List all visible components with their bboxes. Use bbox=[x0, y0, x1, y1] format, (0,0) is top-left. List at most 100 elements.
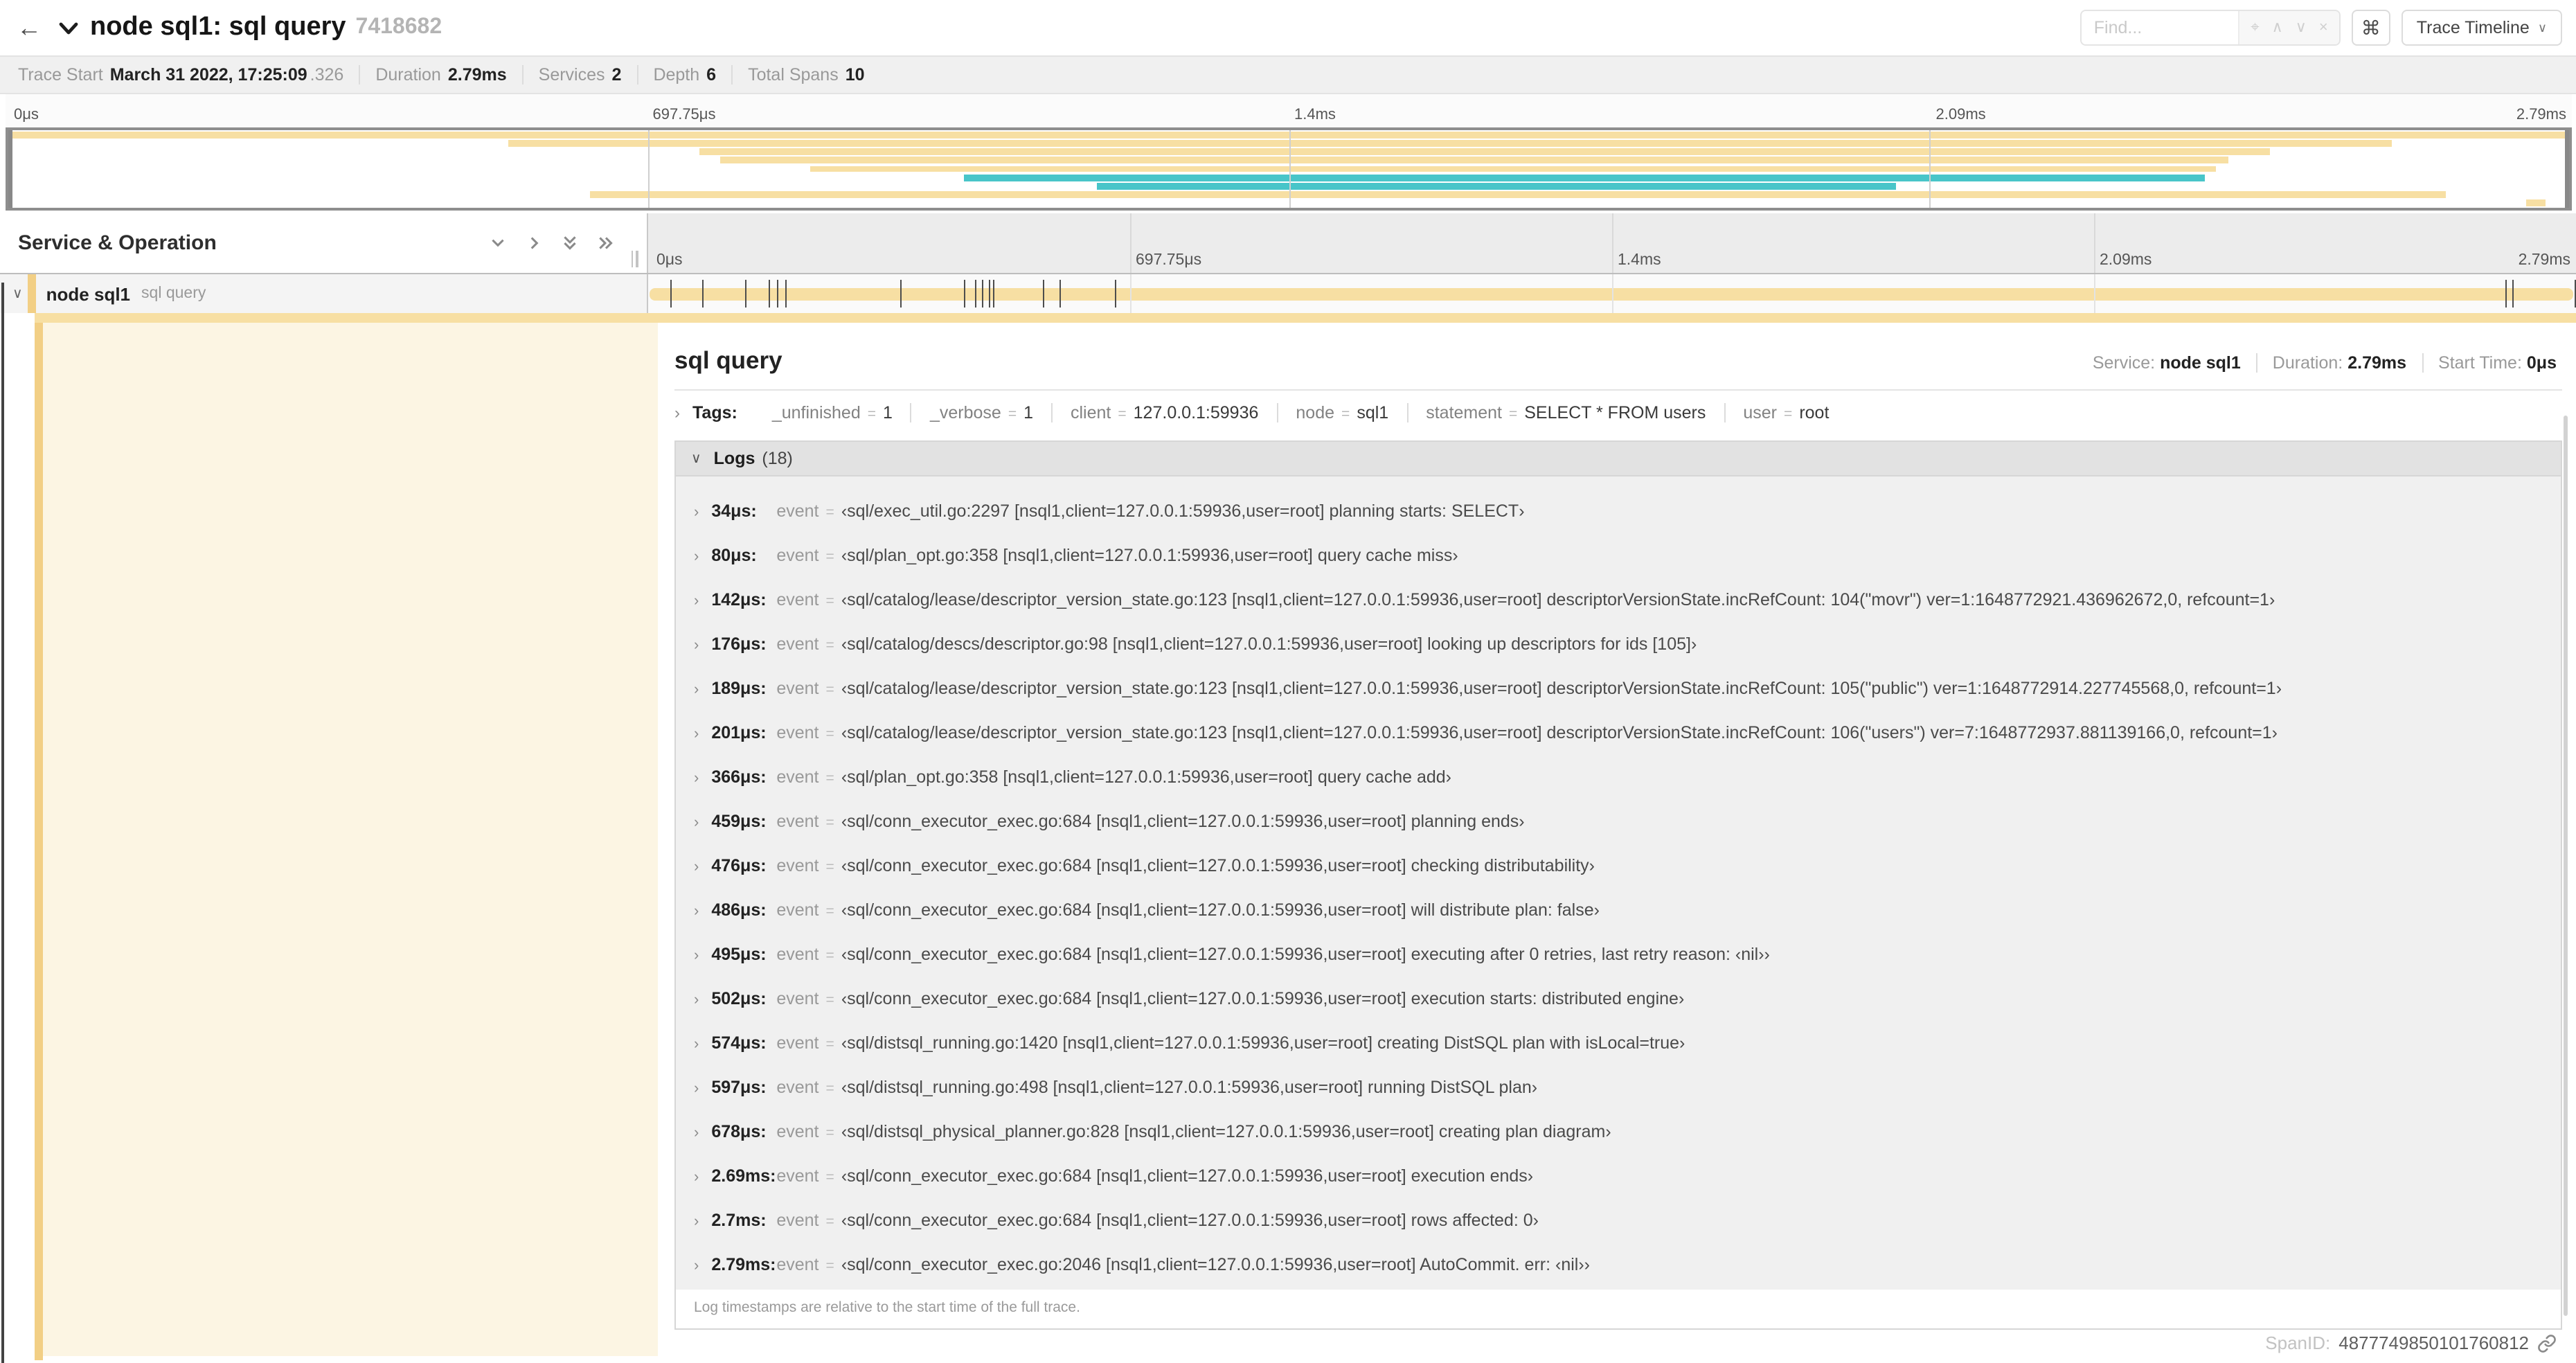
chevron-down-icon: ∨ bbox=[691, 451, 701, 466]
log-row[interactable]: › 476μs: event = ‹sql/conn_executor_exec.go:… bbox=[676, 844, 2561, 888]
log-row[interactable]: › 597μs: event = ‹sql/distsql_running.go:498… bbox=[676, 1065, 2561, 1110]
span-collapse-chevron-icon[interactable]: ∨ bbox=[12, 286, 23, 301]
log-row[interactable]: › 80μs: event = ‹sql/plan_opt.go:358 [nsql1,… bbox=[676, 533, 2561, 578]
span-row[interactable]: ∨ node sql1 sql query bbox=[0, 274, 2576, 313]
find-input[interactable] bbox=[2081, 11, 2239, 44]
next-match-icon[interactable]: ∨ bbox=[2296, 19, 2307, 35]
tag-item[interactable]: _verbose = 1 bbox=[910, 403, 1051, 422]
back-button[interactable]: ← bbox=[8, 7, 50, 48]
summary-label: Start Time: bbox=[2438, 353, 2522, 373]
log-row[interactable]: › 201μs: event = ‹sql/catalog/lease/descript… bbox=[676, 711, 2561, 755]
log-field-key: event bbox=[776, 900, 819, 920]
log-row[interactable]: › 2.69ms: event = ‹sql/conn_executor_exec.go… bbox=[676, 1154, 2561, 1198]
tag-value: root bbox=[1799, 403, 1830, 422]
expand-one-icon[interactable] bbox=[525, 234, 543, 252]
equals-sign: = bbox=[825, 726, 834, 742]
logs-count: (18) bbox=[762, 449, 793, 468]
logs-header[interactable]: ∨ Logs (18) bbox=[676, 442, 2561, 476]
minimap-right-scrubber[interactable] bbox=[2565, 130, 2569, 208]
log-row[interactable]: › 34μs: event = ‹sql/exec_util.go:2297 [nsql… bbox=[676, 489, 2561, 533]
log-field-key: event bbox=[776, 945, 819, 964]
log-row[interactable]: › 495μs: event = ‹sql/conn_executor_exec.go:… bbox=[676, 932, 2561, 977]
log-row[interactable]: › 2.7ms: event = ‹sql/conn_executor_exec.go:… bbox=[676, 1198, 2561, 1242]
equals-sign: = bbox=[825, 1036, 834, 1053]
log-field-value: ‹sql/catalog/lease/descriptor_version_st… bbox=[841, 590, 2275, 609]
log-timestamp: 459μs: bbox=[711, 812, 767, 831]
log-field-key: event bbox=[776, 856, 819, 875]
log-field-value: ‹sql/conn_executor_exec.go:684 [nsql1,cl… bbox=[841, 1211, 1539, 1230]
log-timestamp: 678μs: bbox=[711, 1122, 767, 1141]
chevron-right-icon: › bbox=[694, 903, 699, 920]
log-tick-mark bbox=[777, 280, 779, 308]
tag-item[interactable]: user = root bbox=[1724, 403, 1847, 422]
span-row-bar-column[interactable] bbox=[647, 274, 2576, 313]
log-row[interactable]: › 142μs: event = ‹sql/catalog/lease/descript… bbox=[676, 578, 2561, 622]
expand-all-icon[interactable] bbox=[597, 234, 615, 252]
log-field-key: event bbox=[776, 634, 819, 654]
minimap-left-scrubber[interactable] bbox=[8, 130, 12, 208]
minimap-span-bar bbox=[589, 190, 2447, 198]
log-field-key: event bbox=[776, 723, 819, 742]
detail-scrollbar[interactable] bbox=[2564, 416, 2568, 1316]
log-row[interactable]: › 366μs: event = ‹sql/plan_opt.go:358 [nsql1… bbox=[676, 755, 2561, 799]
minimap-span-bar bbox=[810, 166, 2216, 172]
view-select-button[interactable]: Trace Timeline ∨ bbox=[2401, 10, 2562, 46]
span-duration-bar[interactable] bbox=[650, 287, 2573, 300]
service-name: node sql1 bbox=[46, 283, 131, 304]
equals-sign: = bbox=[825, 814, 834, 831]
log-row[interactable]: › 2.79ms: event = ‹sql/conn_executor_exec.go… bbox=[676, 1242, 2561, 1287]
logs-footer-note: Log timestamps are relative to the start… bbox=[694, 1299, 1080, 1316]
tags-row[interactable]: › Tags: _unfinished = 1 _verbose = 1 client = 12… bbox=[674, 403, 2576, 422]
minimap-span-bar bbox=[508, 140, 2392, 148]
log-field-value: ‹sql/catalog/lease/descriptor_version_st… bbox=[841, 723, 2278, 742]
keyboard-shortcuts-button[interactable]: ⌘ bbox=[2351, 10, 2390, 46]
tag-item[interactable]: client = 127.0.0.1:59936 bbox=[1051, 403, 1276, 422]
log-timestamp: 80μs: bbox=[711, 546, 757, 565]
log-row[interactable]: › 176μs: event = ‹sql/catalog/descs/descript… bbox=[676, 622, 2561, 666]
tag-item[interactable]: node = sql1 bbox=[1276, 403, 1406, 422]
log-row[interactable]: › 678μs: event = ‹sql/distsql_physical_plann… bbox=[676, 1110, 2561, 1154]
gridline bbox=[1130, 274, 1132, 313]
trace-collapse-chevron-icon[interactable] bbox=[58, 20, 79, 35]
equals-sign: = bbox=[1784, 406, 1793, 422]
collapse-one-icon[interactable] bbox=[489, 234, 507, 252]
minimap-axis-labels: 0μs 697.75μs 1.4ms 2.09ms 2.79ms bbox=[6, 94, 2572, 127]
column-resizer-handle[interactable] bbox=[629, 251, 640, 267]
log-tick-mark bbox=[993, 280, 995, 308]
log-field-value: ‹sql/distsql_physical_planner.go:828 [ns… bbox=[841, 1122, 1611, 1141]
stat-label: Duration bbox=[375, 65, 441, 84]
equals-sign: = bbox=[1118, 406, 1127, 422]
tag-item[interactable]: statement = SELECT * FROM users bbox=[1406, 403, 1724, 422]
tag-item[interactable]: _unfinished = 1 bbox=[754, 403, 911, 422]
clear-search-icon[interactable]: × bbox=[2319, 19, 2328, 35]
span-id-value: 4877749850101760812 bbox=[2338, 1333, 2529, 1353]
tag-key: user bbox=[1743, 403, 1778, 422]
tag-key: _unfinished bbox=[771, 403, 861, 422]
log-tick-mark bbox=[2512, 280, 2514, 308]
trace-stat: Depth 6 bbox=[636, 65, 731, 84]
log-field-value: ‹sql/distsql_running.go:1420 [nsql1,clie… bbox=[841, 1033, 1685, 1053]
log-row[interactable]: › 502μs: event = ‹sql/conn_executor_exec.go:… bbox=[676, 977, 2561, 1021]
gridline bbox=[1612, 274, 1613, 313]
equals-sign: = bbox=[825, 1080, 834, 1097]
left-scrollbar[interactable] bbox=[1, 283, 4, 1363]
minimap-canvas[interactable] bbox=[6, 127, 2572, 211]
locate-icon[interactable]: ⌖ bbox=[2251, 19, 2259, 35]
stat-label: Total Spans bbox=[748, 65, 839, 84]
prev-match-icon[interactable]: ∧ bbox=[2272, 19, 2283, 35]
log-tick-mark bbox=[670, 280, 672, 308]
log-row[interactable]: › 574μs: event = ‹sql/distsql_running.go:142… bbox=[676, 1021, 2561, 1065]
log-row[interactable]: › 486μs: event = ‹sql/conn_executor_exec.go:… bbox=[676, 888, 2561, 932]
minimap-span-bar bbox=[1096, 182, 1896, 190]
log-timestamp: 597μs: bbox=[711, 1078, 767, 1097]
log-field-value: ‹sql/plan_opt.go:358 [nsql1,client=127.0… bbox=[841, 767, 1451, 787]
stat-suffix: .326 bbox=[310, 65, 344, 84]
collapse-all-icon[interactable] bbox=[561, 234, 579, 252]
log-row[interactable]: › 459μs: event = ‹sql/conn_executor_exec.go:… bbox=[676, 799, 2561, 844]
log-field-value: ‹sql/conn_executor_exec.go:684 [nsql1,cl… bbox=[841, 1166, 1534, 1186]
axis-tick-label: 697.75μs bbox=[1136, 252, 1202, 269]
log-timestamp: 366μs: bbox=[711, 767, 767, 787]
log-row[interactable]: › 189μs: event = ‹sql/catalog/lease/descript… bbox=[676, 666, 2561, 711]
log-field-value: ‹sql/catalog/descs/descriptor.go:98 [nsq… bbox=[841, 634, 1697, 654]
deep-link-icon[interactable] bbox=[2537, 1333, 2557, 1353]
